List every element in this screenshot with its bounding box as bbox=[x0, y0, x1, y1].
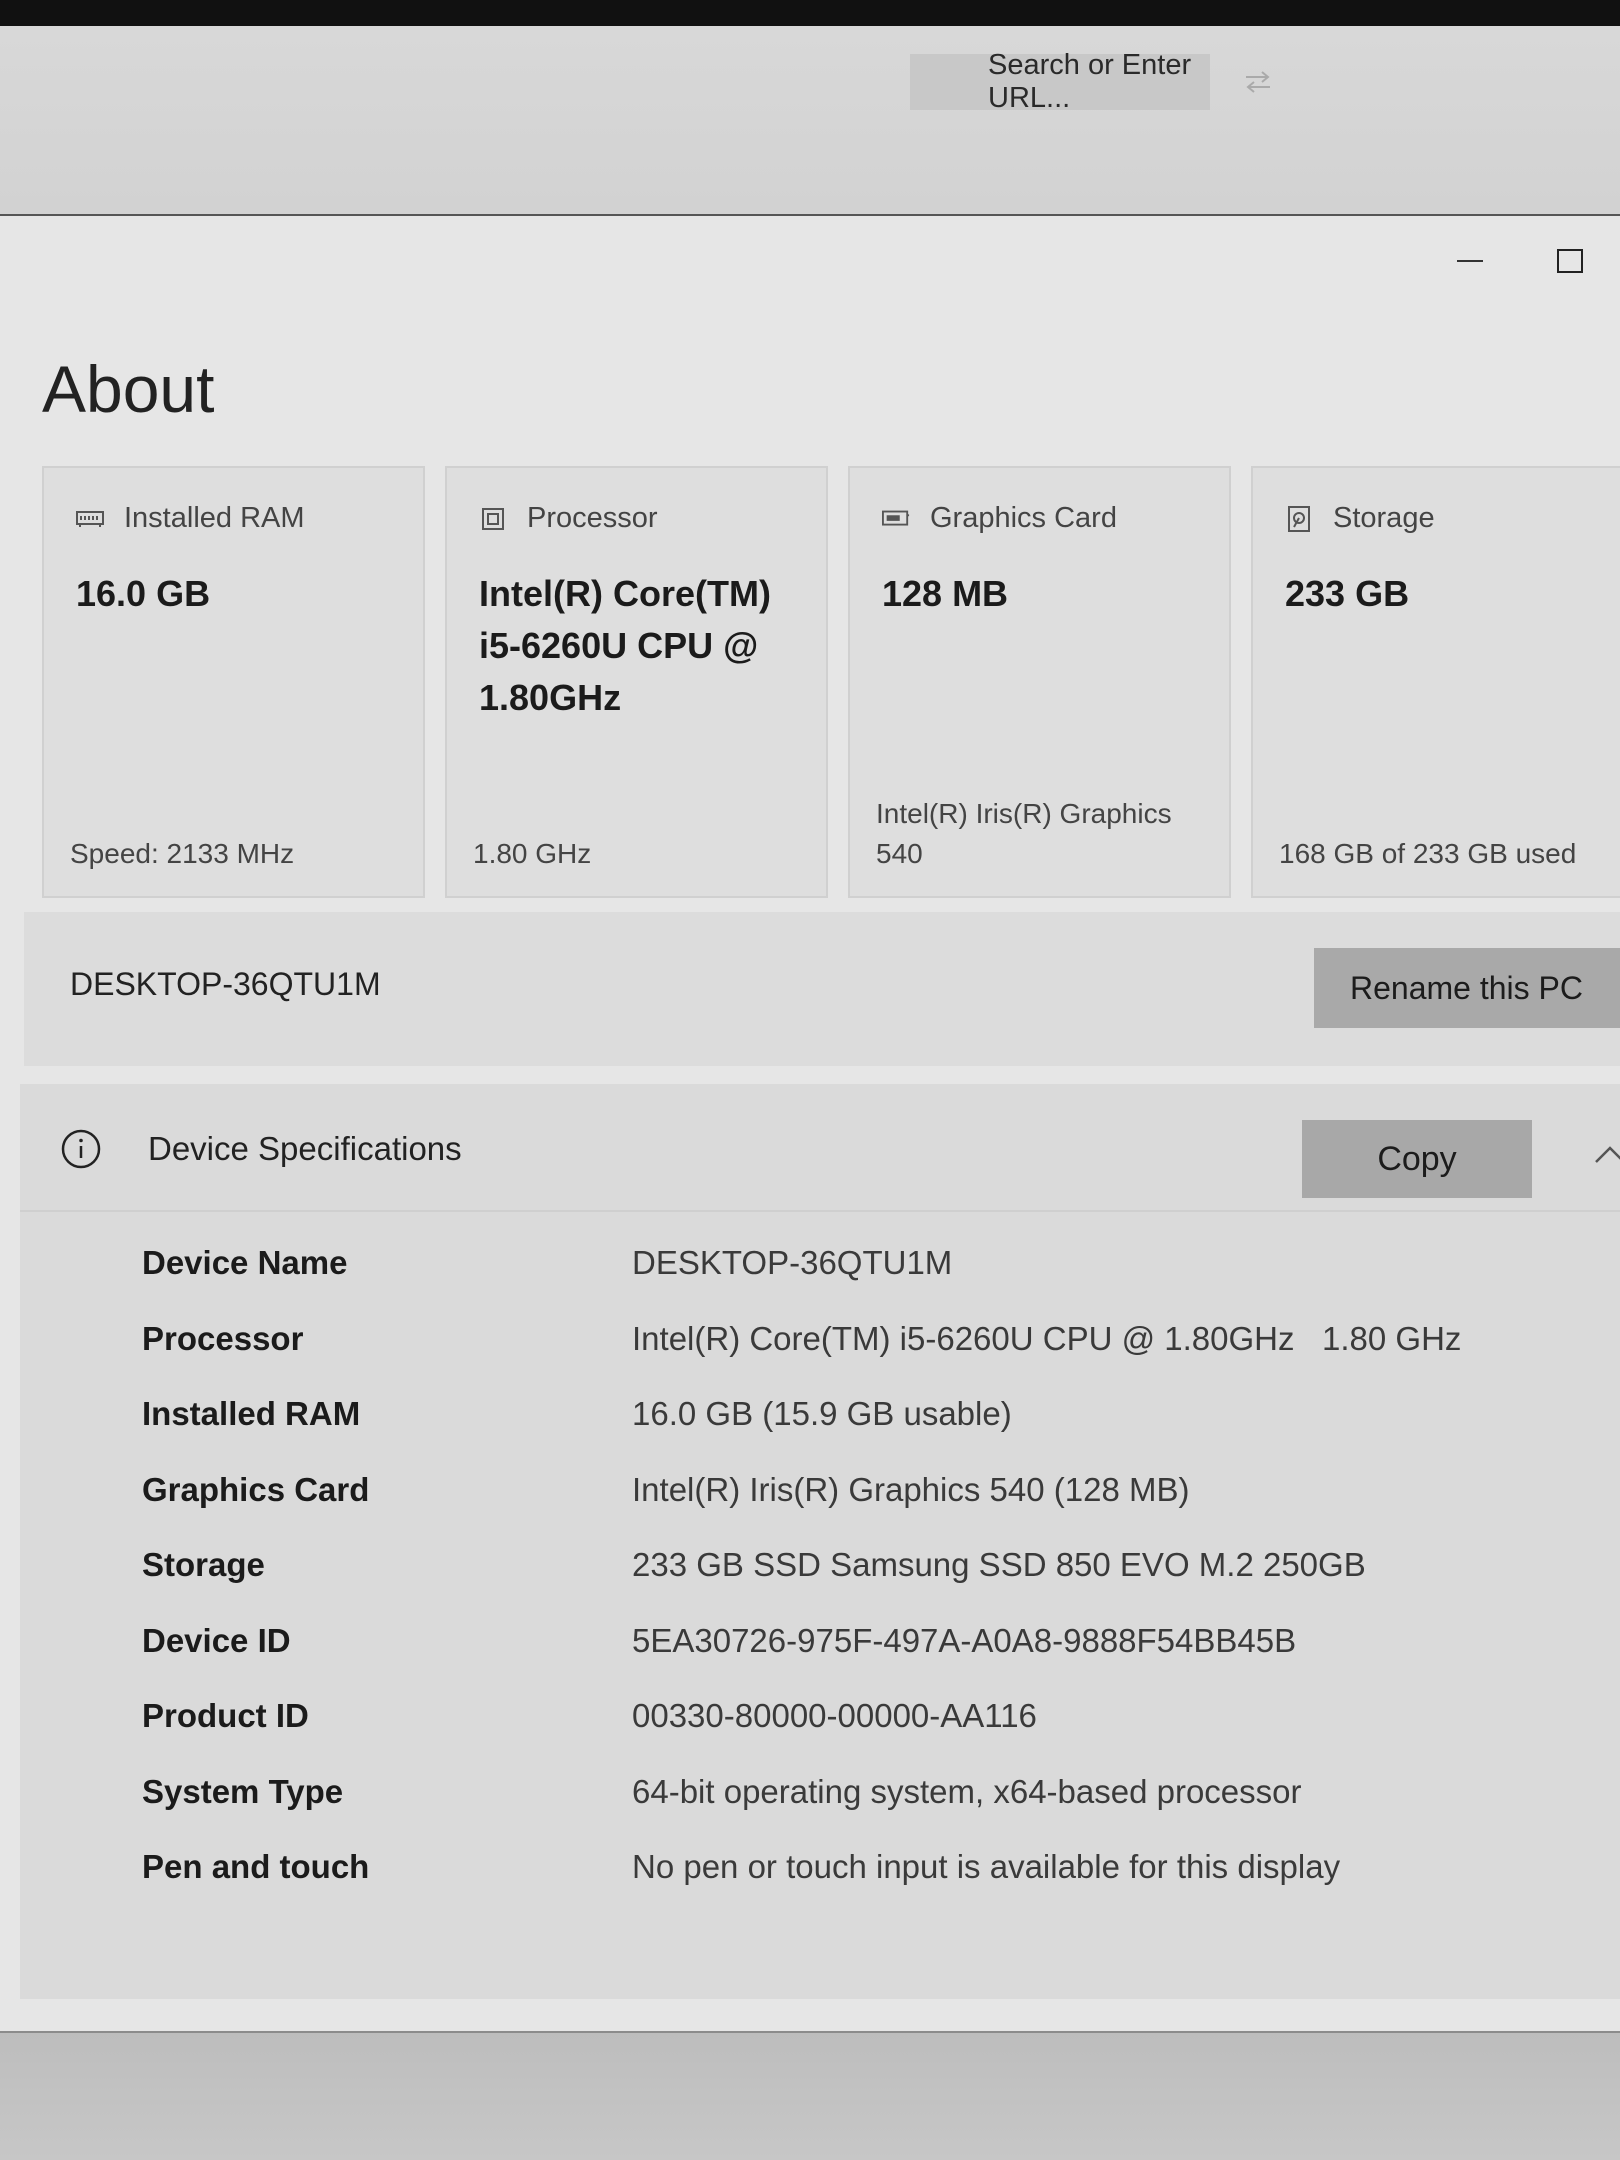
ram-icon bbox=[76, 507, 104, 531]
card-header: Graphics Card bbox=[882, 502, 1117, 535]
card-label: Processor bbox=[527, 502, 658, 534]
spec-value: 233 GB SSD Samsung SSD 850 EVO M.2 250GB bbox=[632, 1546, 1366, 1583]
card-label: Storage bbox=[1333, 502, 1435, 534]
graphics-card-icon bbox=[882, 507, 910, 531]
screen-bezel bbox=[0, 0, 1620, 26]
spec-label: Installed RAM bbox=[142, 1395, 361, 1432]
rename-pc-button[interactable]: Rename this PC bbox=[1314, 948, 1620, 1028]
device-specifications-panel: Device Specifications Copy Device Name D… bbox=[20, 1084, 1620, 1999]
info-icon bbox=[61, 1129, 101, 1169]
card-value: 16.0 GB bbox=[76, 573, 211, 614]
spec-row-product-id: Product ID 00330-80000-00000-AA116 bbox=[20, 1687, 1620, 1763]
spec-value: DESKTOP-36QTU1M bbox=[632, 1244, 953, 1281]
spec-row-installed-ram: Installed RAM 16.0 GB (15.9 GB usable) bbox=[20, 1385, 1620, 1461]
specs-title: Device Specifications bbox=[148, 1130, 462, 1167]
page-title: About bbox=[42, 352, 215, 426]
spec-label: Pen and touch bbox=[142, 1848, 370, 1885]
spec-label: Processor bbox=[142, 1319, 304, 1357]
spec-value: 64-bit operating system, x64-based proce… bbox=[632, 1772, 1302, 1810]
specs-header[interactable]: Device Specifications Copy bbox=[20, 1084, 1620, 1212]
chevron-up-icon[interactable] bbox=[1590, 1142, 1620, 1166]
card-footer: 1.80 GHz bbox=[473, 838, 592, 869]
url-input[interactable]: Search or Enter URL... bbox=[910, 49, 1210, 114]
rename-pc-row: DESKTOP-36QTU1M Rename this PC bbox=[24, 912, 1620, 1066]
spec-label: Product ID bbox=[142, 1697, 309, 1734]
spec-value: 16.0 GB (15.9 GB usable) bbox=[632, 1395, 1012, 1432]
spec-label: Device Name bbox=[142, 1244, 348, 1281]
spec-value: Intel(R) Core(TM) i5-6260U CPU @ 1.80GHz… bbox=[632, 1319, 1462, 1357]
storage-icon bbox=[1285, 505, 1313, 532]
card-storage: Storage 233 GB 168 GB of 233 GB used bbox=[1251, 466, 1620, 898]
card-label: Installed RAM bbox=[124, 502, 305, 534]
processor-icon bbox=[479, 507, 507, 531]
spec-label: Graphics Card bbox=[142, 1470, 370, 1508]
spec-label: Device ID bbox=[142, 1621, 291, 1659]
card-value: 233 GB bbox=[1285, 573, 1410, 614]
maximize-icon bbox=[1557, 249, 1583, 273]
card-processor: Processor Intel(R) Core(TM) i5-6260U CPU… bbox=[445, 466, 828, 898]
swap-icon[interactable] bbox=[1240, 67, 1276, 97]
spec-row-pen-and-touch: Pen and touch No pen or touch input is a… bbox=[20, 1838, 1620, 1914]
summary-cards: Installed RAM 16.0 GB Speed: 2133 MHz Pr… bbox=[42, 466, 1620, 898]
minimize-button[interactable] bbox=[1420, 236, 1520, 286]
maximize-button[interactable] bbox=[1520, 236, 1620, 286]
address-area: Search or Enter URL... bbox=[910, 49, 1276, 114]
card-header: Processor bbox=[479, 502, 658, 535]
copy-button[interactable]: Copy bbox=[1302, 1120, 1532, 1198]
window-controls bbox=[1420, 236, 1620, 286]
pc-name: DESKTOP-36QTU1M bbox=[70, 966, 381, 1002]
card-footer: 168 GB of 233 GB used bbox=[1279, 838, 1577, 869]
spec-row-device-name: Device Name DESKTOP-36QTU1M bbox=[20, 1234, 1620, 1310]
settings-window: About Installed RAM 16.0 GB Speed: 2133 … bbox=[0, 216, 1620, 2031]
spec-value: 00330-80000-00000-AA116 bbox=[632, 1697, 1037, 1734]
spec-row-system-type: System Type 64-bit operating system, x64… bbox=[20, 1763, 1620, 1839]
card-value: 128 MB bbox=[882, 573, 1009, 614]
spec-row-processor: Processor Intel(R) Core(TM) i5-6260U CPU… bbox=[20, 1310, 1620, 1386]
card-installed-ram: Installed RAM 16.0 GB Speed: 2133 MHz bbox=[42, 466, 425, 898]
card-footer: Intel(R) Iris(R) Graphics 540 bbox=[876, 798, 1172, 869]
card-footer: Speed: 2133 MHz bbox=[70, 838, 295, 869]
spec-value: 5EA30726-975F-497A-A0A8-9888F54BB45B bbox=[632, 1621, 1297, 1659]
card-header: Installed RAM bbox=[76, 502, 305, 535]
spec-value: No pen or touch input is available for t… bbox=[632, 1848, 1341, 1885]
spec-row-graphics-card: Graphics Card Intel(R) Iris(R) Graphics … bbox=[20, 1461, 1620, 1537]
window-bottom-edge bbox=[0, 2031, 1620, 2160]
spec-row-device-id: Device ID 5EA30726-975F-497A-A0A8-9888F5… bbox=[20, 1612, 1620, 1688]
minimize-icon bbox=[1457, 260, 1483, 262]
browser-toolbar: Search or Enter URL... bbox=[0, 26, 1620, 216]
card-label: Graphics Card bbox=[930, 502, 1117, 534]
card-value: Intel(R) Core(TM) i5-6260U CPU @ 1.80GHz bbox=[479, 573, 771, 718]
spec-value: Intel(R) Iris(R) Graphics 540 (128 MB) bbox=[632, 1470, 1190, 1508]
card-graphics-card: Graphics Card 128 MB Intel(R) Iris(R) Gr… bbox=[848, 466, 1231, 898]
spec-list: Device Name DESKTOP-36QTU1M Processor In… bbox=[20, 1234, 1620, 1914]
card-header: Storage bbox=[1285, 502, 1435, 535]
spec-label: System Type bbox=[142, 1772, 344, 1810]
spec-row-storage: Storage 233 GB SSD Samsung SSD 850 EVO M… bbox=[20, 1536, 1620, 1612]
spec-label: Storage bbox=[142, 1546, 265, 1583]
